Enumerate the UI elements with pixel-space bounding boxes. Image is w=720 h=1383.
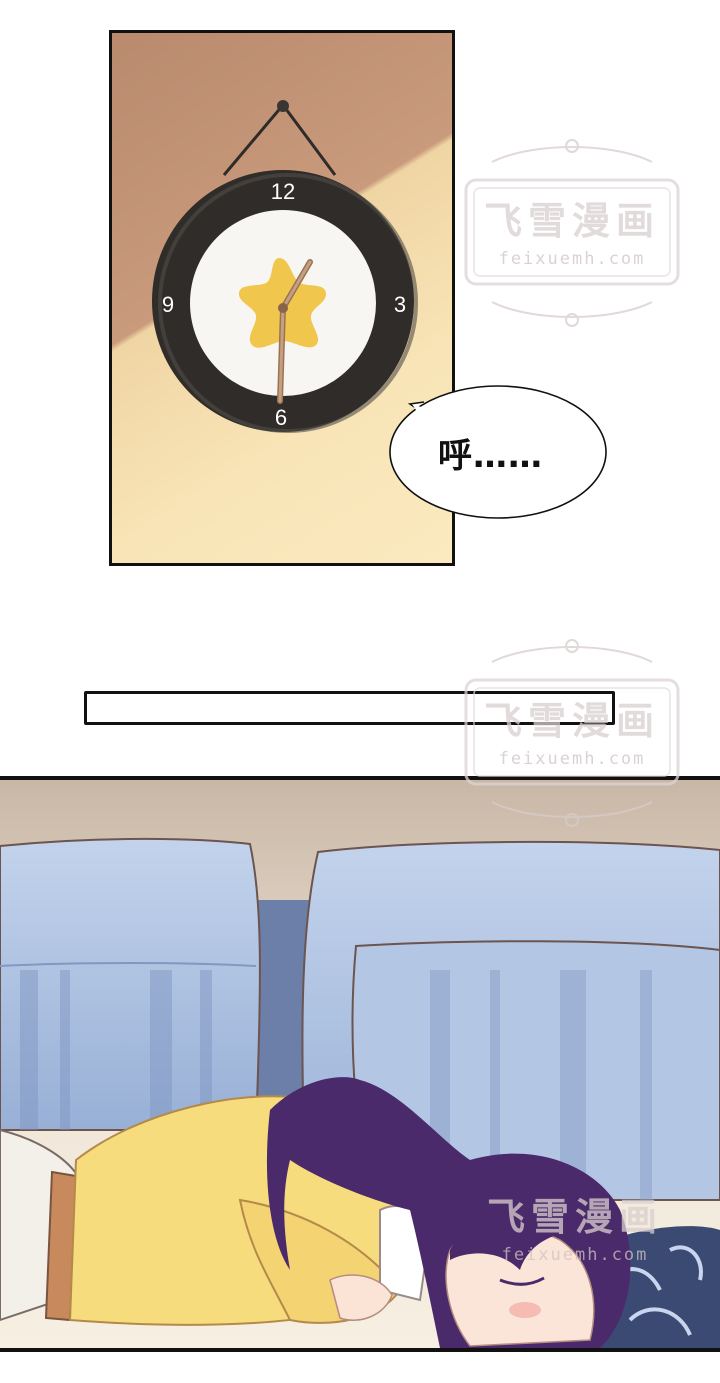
watermark-middle: 飞雪漫画 feixuemh.com [464,639,680,827]
watermark-panel: 飞雪漫画 feixuemh.com [487,1195,663,1265]
watermark-url: feixuemh.com [499,749,646,769]
sofa-cushion-left [0,837,261,1131]
sleeping-panel: 飞雪漫画 feixuemh.com [0,776,720,1352]
clock-number-6: 6 [275,405,287,430]
watermark-title: 飞雪漫画 [487,1195,663,1239]
clock-number-3: 3 [394,292,406,317]
watermark-top: 飞雪漫画 feixuemh.com [464,139,680,327]
watermark-url: feixuemh.com [499,249,646,269]
blush [509,1302,541,1318]
clock-nail [277,100,289,112]
sleeping-girl-illustration: 飞雪漫画 feixuemh.com [0,780,720,1348]
clock-number-12: 12 [271,179,295,204]
watermark-title: 飞雪漫画 [484,699,660,743]
watermark-url: feixuemh.com [502,1245,649,1265]
clock-number-9: 9 [162,292,174,317]
watermark-title: 飞雪漫画 [484,199,660,243]
speech-bubble-text: 呼…… [438,436,543,476]
clock-cord [222,102,337,176]
